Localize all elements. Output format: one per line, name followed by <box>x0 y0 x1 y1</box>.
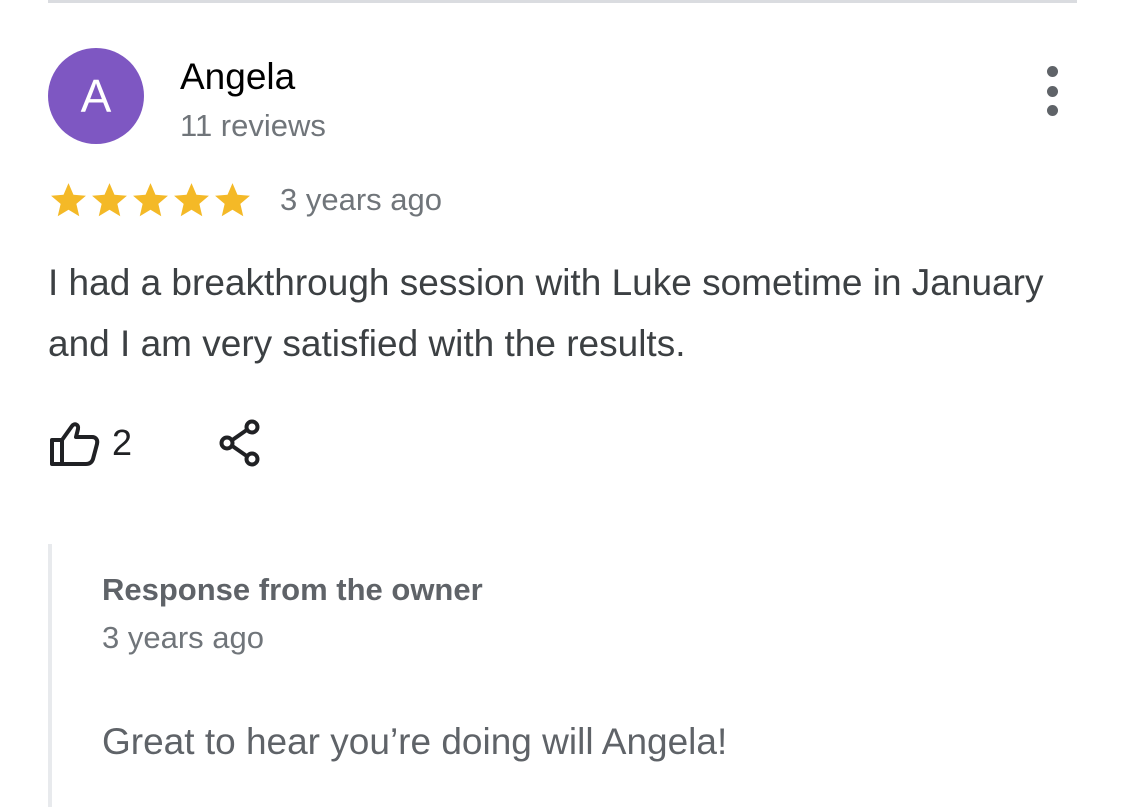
star-rating <box>48 180 254 221</box>
owner-response-title: Response from the owner <box>102 572 483 607</box>
star-icon <box>51 182 86 216</box>
share-button[interactable] <box>218 418 262 468</box>
more-options-button[interactable] <box>1034 66 1070 116</box>
star-icon <box>174 182 209 216</box>
star-icon <box>92 182 127 216</box>
like-button[interactable]: 2 <box>48 418 132 468</box>
avatar-initial: A <box>80 70 112 122</box>
review-text: I had a breakthrough session with Luke s… <box>48 262 1044 364</box>
owner-response-text: Great to hear you’re doing will Angela! <box>102 721 728 762</box>
divider <box>48 0 1077 3</box>
owner-response-time: 3 years ago <box>102 620 264 655</box>
more-dot <box>1046 85 1058 97</box>
author-review-count[interactable]: 11 reviews <box>180 108 326 144</box>
avatar[interactable]: A <box>48 48 144 144</box>
star-icon <box>215 182 250 216</box>
owner-response: Response from the owner 3 years ago Grea… <box>48 544 1077 807</box>
rating-row: 3 years ago <box>48 178 442 222</box>
review-card: A Angela 11 reviews 3 years ago I had a … <box>0 0 1125 807</box>
review-actions: 2 <box>48 418 262 468</box>
author-name[interactable]: Angela <box>180 56 295 98</box>
more-vertical-icon <box>1046 66 1058 77</box>
thumb-up-outline-icon <box>50 422 100 466</box>
more-dot <box>1046 105 1058 116</box>
star-icon <box>133 182 168 216</box>
like-count: 2 <box>112 422 133 463</box>
share-icon <box>219 419 260 467</box>
review-time: 3 years ago <box>280 182 442 217</box>
